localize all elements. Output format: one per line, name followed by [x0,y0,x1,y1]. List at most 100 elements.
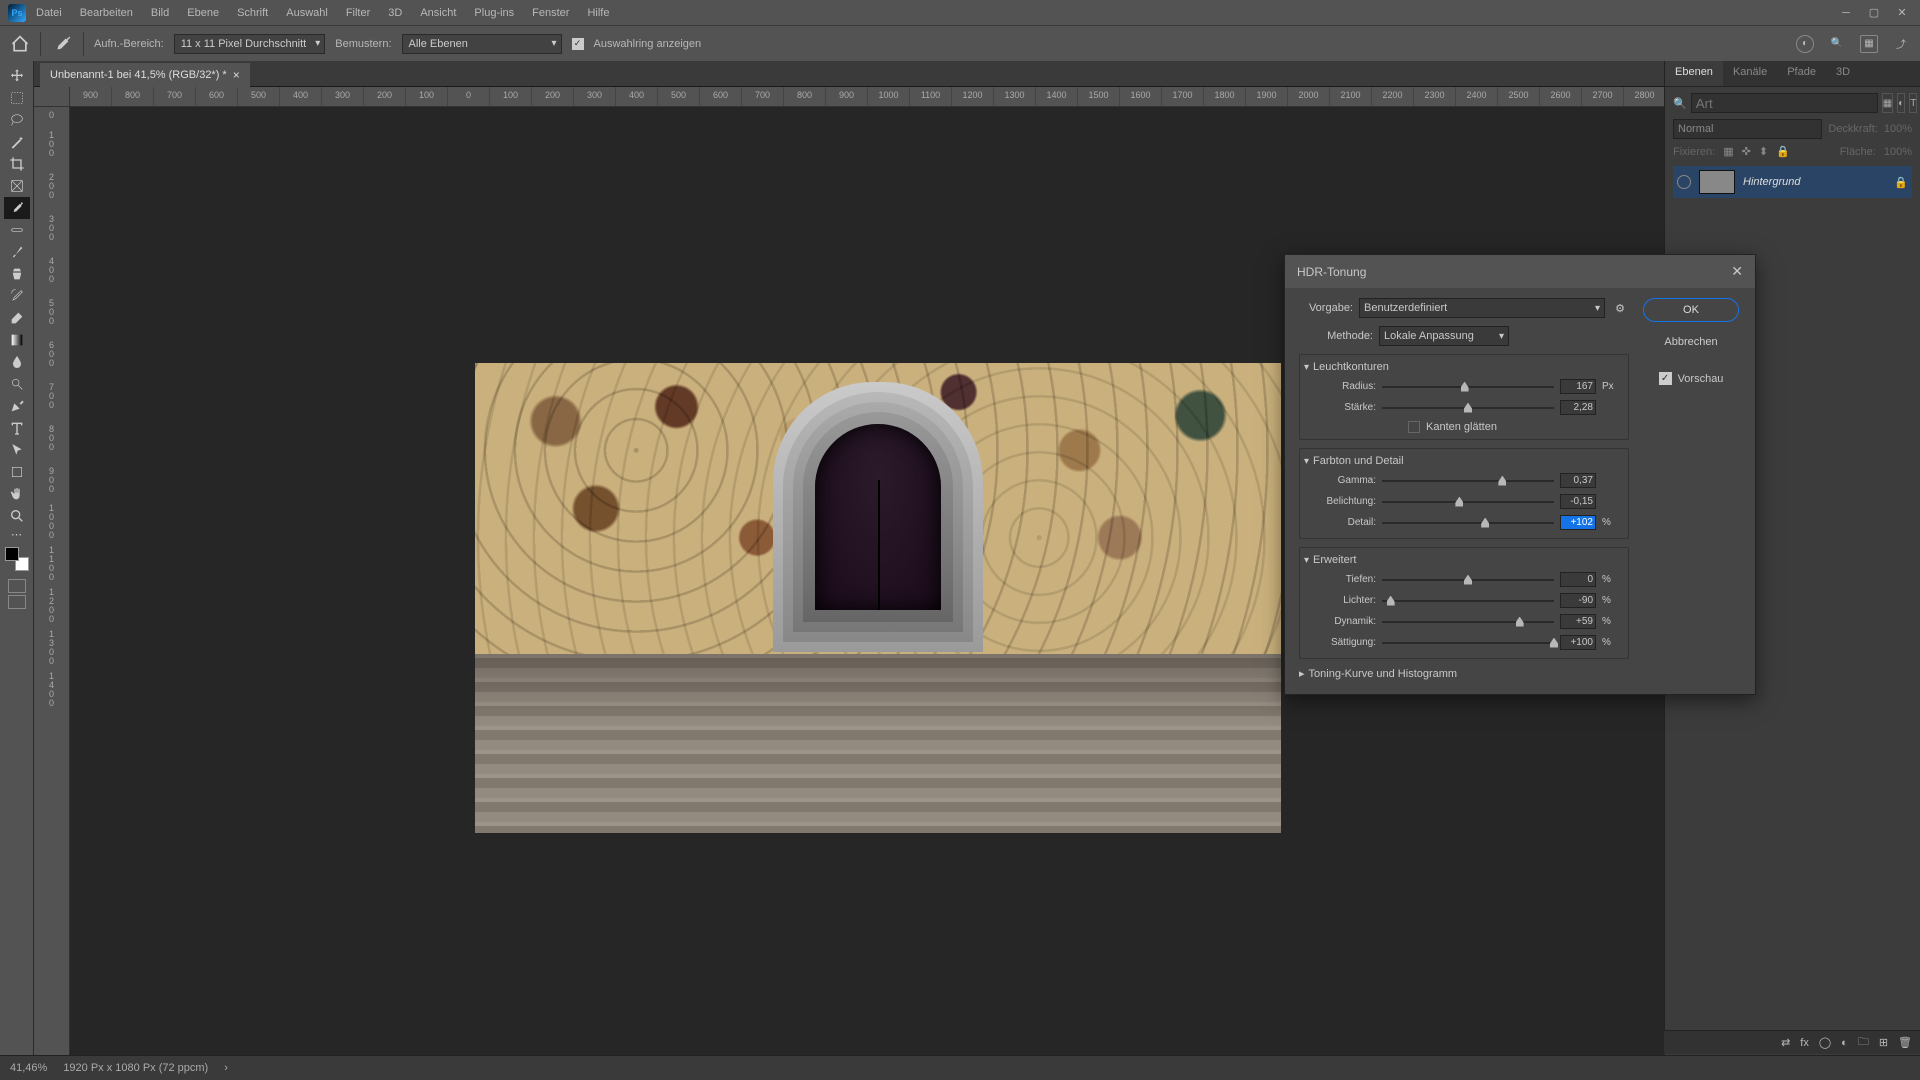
rectangle-tool[interactable] [4,461,30,483]
crop-tool[interactable] [4,153,30,175]
menu-ebene[interactable]: Ebene [179,3,227,23]
window-maximize-icon[interactable]: ▢ [1864,5,1884,21]
path-select-tool[interactable] [4,439,30,461]
chevron-right-icon[interactable]: › [224,1062,228,1074]
pen-tool[interactable] [4,395,30,417]
sample-layers-dropdown[interactable]: Alle Ebenen [402,34,562,54]
lock-all-icon[interactable]: 🔒 [1776,145,1790,158]
close-tab-icon[interactable]: × [233,68,240,82]
edit-toolbar-icon[interactable]: ⋯ [4,527,30,541]
ruler-horizontal[interactable]: 9008007006005004003002001000100200300400… [70,87,1664,107]
magic-wand-tool[interactable] [4,131,30,153]
sample-size-dropdown[interactable]: 11 x 11 Pixel Durchschnitt [174,34,326,54]
quick-mask-icon[interactable] [8,579,26,593]
lock-position-icon[interactable]: ✜ [1742,145,1751,158]
gamma-slider[interactable] [1382,480,1554,482]
preview-checkbox[interactable]: ✓ [1659,372,1672,385]
highlights-input[interactable]: -90 [1560,593,1596,608]
eraser-tool[interactable] [4,307,30,329]
blend-mode-dropdown[interactable]: Normal [1673,119,1822,139]
eyedropper-tool[interactable] [4,197,30,219]
chevron-down-icon[interactable]: ▾ [1304,362,1309,373]
dodge-tool[interactable] [4,373,30,395]
layer-filter-input[interactable] [1691,93,1878,113]
layer-name-label[interactable]: Hintergrund [1743,176,1886,188]
share-icon[interactable]: ⤴ [1892,35,1910,53]
layer-lock-icon[interactable]: 🔒 [1894,176,1908,189]
adjustment-layer-icon[interactable]: ◐ [1841,1037,1848,1049]
document-info[interactable]: 1920 Px x 1080 Px (72 ppcm) [63,1062,208,1074]
window-minimize-icon[interactable]: ─ [1836,5,1856,21]
chevron-down-icon[interactable]: ▾ [1304,555,1309,566]
home-icon[interactable] [10,34,30,54]
delete-layer-icon[interactable]: 🗑 [1898,1036,1912,1049]
eyedropper-tool-icon[interactable] [51,33,73,55]
menu-datei[interactable]: Datei [28,3,70,23]
smooth-edges-checkbox[interactable] [1408,421,1420,433]
method-dropdown[interactable]: Lokale Anpassung [1379,326,1509,346]
screen-mode-icon[interactable] [8,595,26,609]
radius-input[interactable]: 167 [1560,379,1596,394]
gamma-input[interactable]: 0,37 [1560,473,1596,488]
tab-ebenen[interactable]: Ebenen [1665,61,1723,86]
filter-type-icon[interactable]: T [1909,93,1917,113]
foreground-color-swatch[interactable] [5,547,19,561]
zoom-level[interactable]: 41,46% [10,1062,47,1074]
chevron-down-icon[interactable]: ▾ [1304,456,1309,467]
radius-slider[interactable] [1382,386,1554,388]
shadows-slider[interactable] [1382,579,1554,581]
menu-hilfe[interactable]: Hilfe [579,3,617,23]
opacity-value[interactable]: 100% [1884,123,1912,135]
fill-value[interactable]: 100% [1884,146,1912,158]
vibrance-slider[interactable] [1382,621,1554,623]
saturation-slider[interactable] [1382,642,1554,644]
layer-visibility-icon[interactable] [1677,175,1691,189]
blur-tool[interactable] [4,351,30,373]
workspace-icon[interactable]: ▦ [1860,35,1878,53]
tab-pfade[interactable]: Pfade [1777,61,1826,86]
exposure-input[interactable]: -0,15 [1560,494,1596,509]
gradient-tool[interactable] [4,329,30,351]
dialog-titlebar[interactable]: HDR-Tonung ✕ [1285,255,1755,288]
tab-kanaele[interactable]: Kanäle [1723,61,1777,86]
clone-stamp-tool[interactable] [4,263,30,285]
curve-section-header[interactable]: ▸ Toning-Kurve und Histogramm [1299,667,1629,680]
lock-artboard-icon[interactable]: ⬍ [1759,145,1768,158]
menu-auswahl[interactable]: Auswahl [278,3,336,23]
highlights-slider[interactable] [1382,600,1554,602]
document-tab[interactable]: Unbenannt-1 bei 41,5% (RGB/32*) * × [40,63,250,87]
filter-adjust-icon[interactable]: ◐ [1897,93,1905,113]
menu-plugins[interactable]: Plug-ins [466,3,522,23]
lock-pixels-icon[interactable]: ▦ [1723,145,1733,158]
brush-tool[interactable] [4,241,30,263]
shadows-input[interactable]: 0 [1560,572,1596,587]
new-layer-icon[interactable]: ⊞ [1879,1036,1888,1049]
history-brush-tool[interactable] [4,285,30,307]
dialog-close-icon[interactable]: ✕ [1731,263,1743,280]
ruler-vertical[interactable]: 01 0 02 0 03 0 04 0 05 0 06 0 07 0 08 0 … [34,107,70,1055]
layer-row[interactable]: Hintergrund 🔒 [1673,166,1912,198]
exposure-slider[interactable] [1382,501,1554,503]
search-icon[interactable]: 🔍 [1828,35,1846,53]
detail-input[interactable]: +102 [1560,515,1596,530]
vibrance-input[interactable]: +59 [1560,614,1596,629]
layer-mask-icon[interactable]: ◯ [1819,1036,1831,1049]
marquee-tool[interactable] [4,87,30,109]
menu-schrift[interactable]: Schrift [229,3,276,23]
menu-filter[interactable]: Filter [338,3,378,23]
detail-slider[interactable] [1382,522,1554,524]
strength-slider[interactable] [1382,407,1554,409]
layer-group-icon[interactable]: 🗀 [1858,1033,1869,1052]
chevron-right-icon[interactable]: ▸ [1299,667,1305,680]
ruler-origin[interactable] [34,87,70,107]
move-tool[interactable] [4,65,30,87]
menu-3d[interactable]: 3D [380,3,410,23]
layer-style-icon[interactable]: fx [1800,1037,1809,1049]
healing-brush-tool[interactable] [4,219,30,241]
saturation-input[interactable]: +100 [1560,635,1596,650]
frame-tool[interactable] [4,175,30,197]
menu-ansicht[interactable]: Ansicht [412,3,464,23]
preset-dropdown[interactable]: Benutzerdefiniert [1359,298,1605,318]
color-swatches[interactable] [5,547,29,571]
lasso-tool[interactable] [4,109,30,131]
